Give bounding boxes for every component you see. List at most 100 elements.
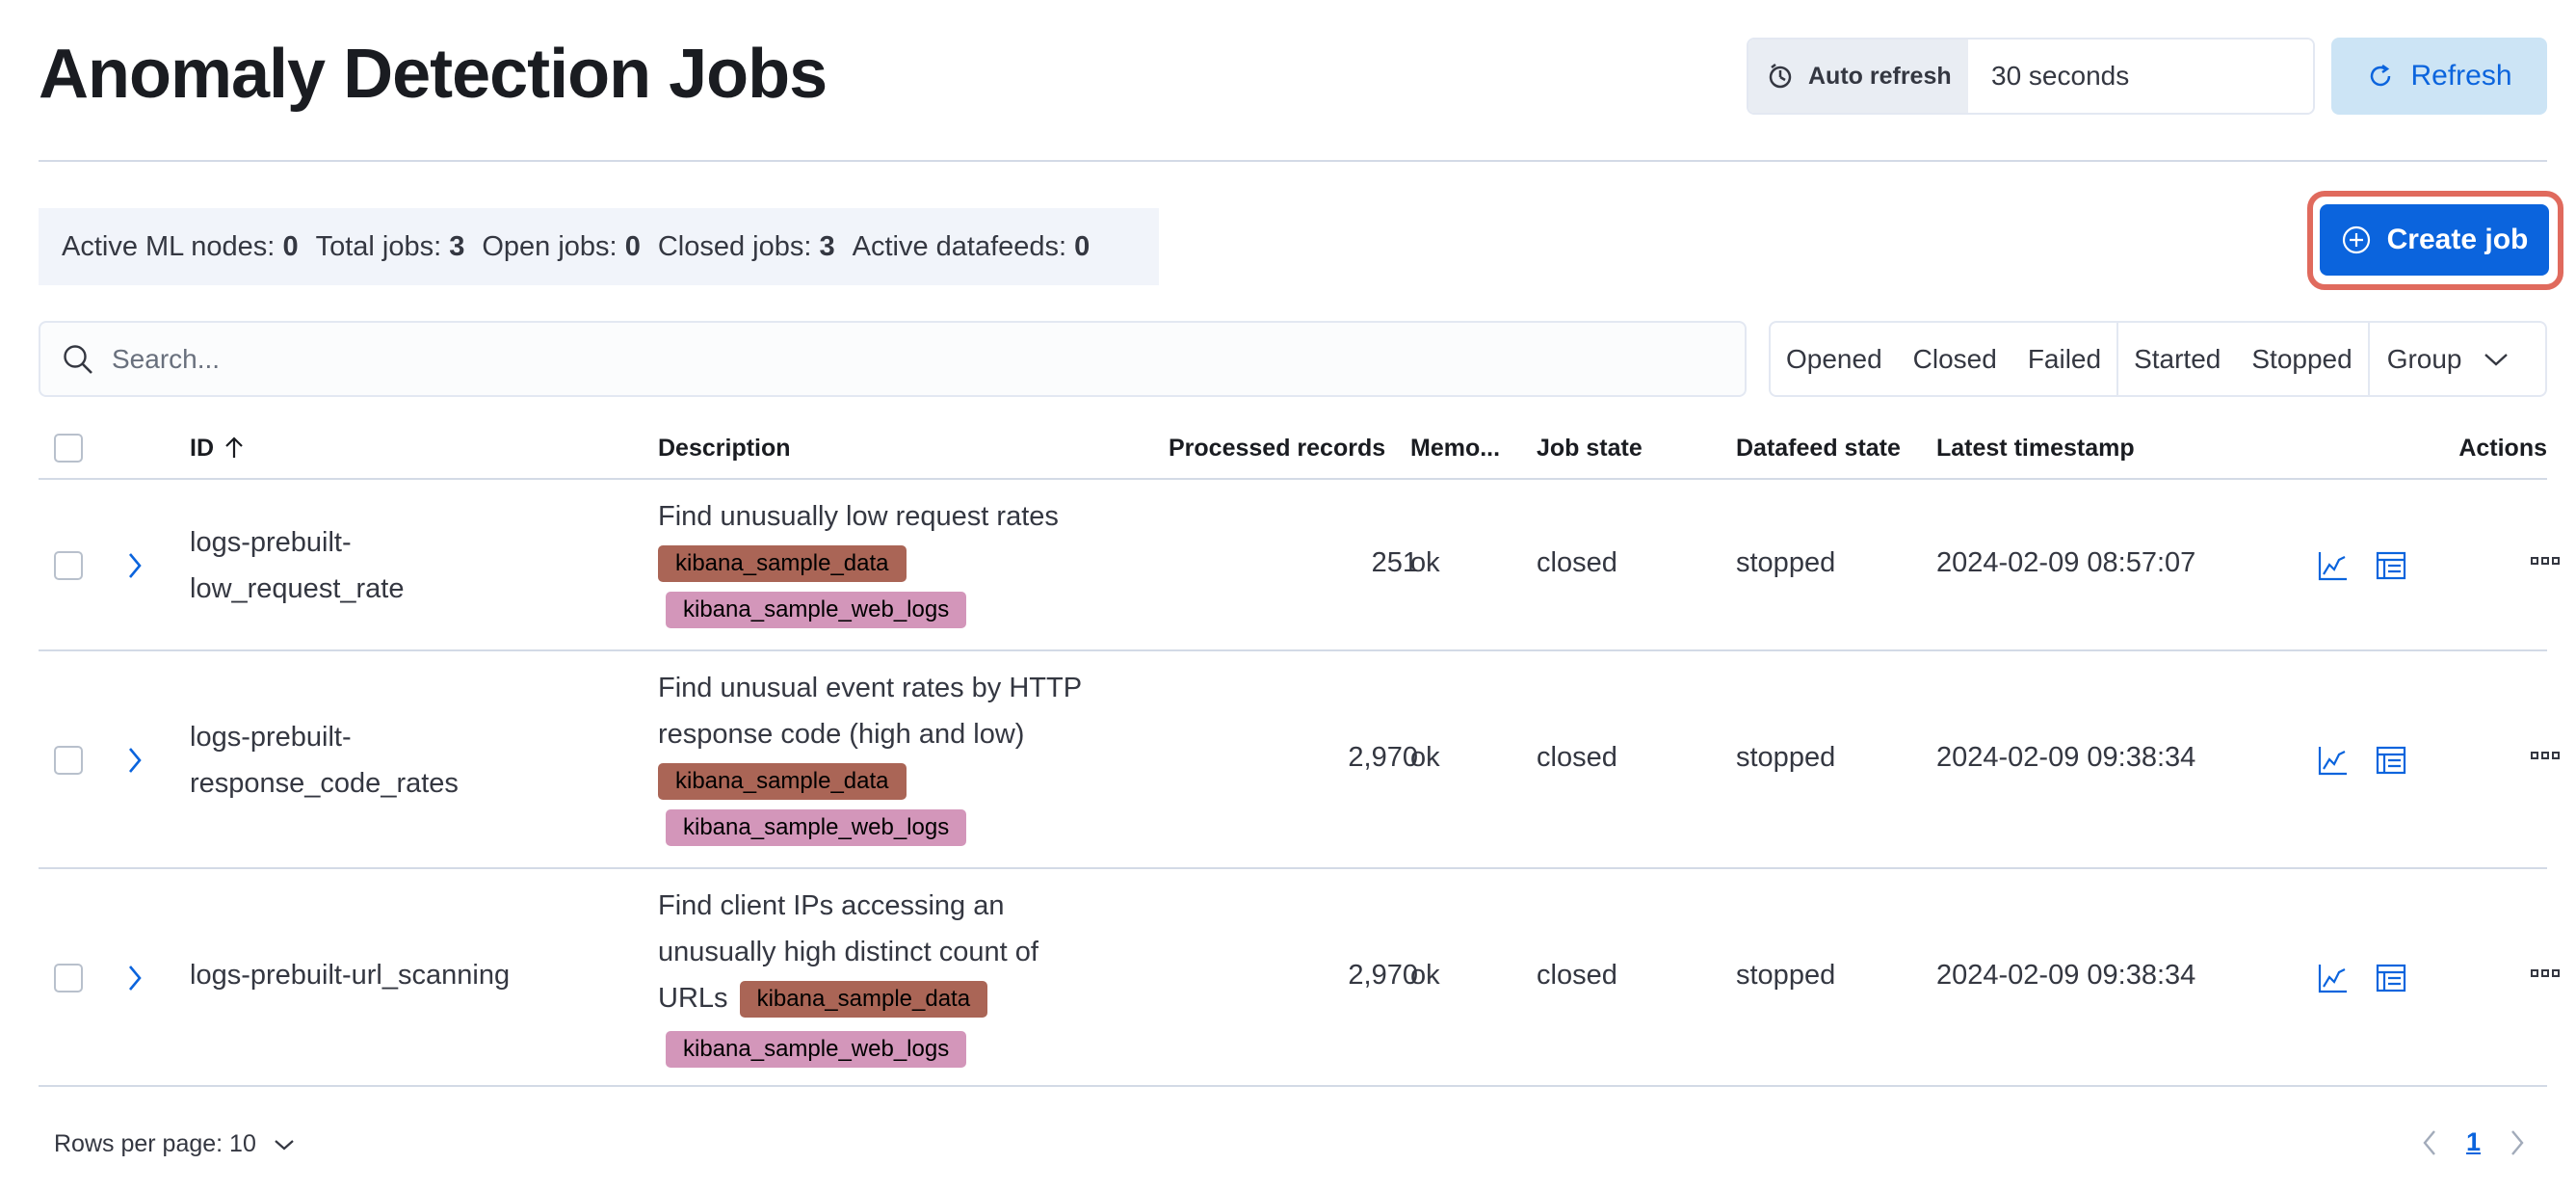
header-divider: [39, 160, 2547, 162]
chevron-down-icon: [2484, 353, 2508, 366]
table-row: logs-prebuilt- response_code_rates Find …: [39, 651, 2560, 869]
row-actions: [2317, 549, 2407, 582]
datafeed-state: stopped: [1736, 742, 1836, 773]
pagination: 1: [2422, 1127, 2525, 1157]
sort-ascending-icon: [225, 437, 243, 458]
column-header-latest-timestamp[interactable]: Latest timestamp: [1936, 416, 2135, 480]
table-row: logs-prebuilt- low_request_rate Find unu…: [39, 480, 2560, 651]
group-tag[interactable]: kibana_sample_data: [658, 545, 907, 582]
row-select-checkbox[interactable]: [54, 551, 83, 580]
plus-in-circle-icon: [2342, 225, 2370, 254]
job-filters: Opened Closed Failed Started Stopped Gro…: [1769, 321, 2547, 397]
row-select-checkbox[interactable]: [54, 746, 83, 775]
create-job-label: Create job: [2386, 224, 2529, 255]
job-state: closed: [1537, 960, 1617, 991]
expand-row-button[interactable]: [127, 552, 143, 579]
memory-status: ok: [1410, 742, 1440, 773]
search-input[interactable]: [112, 343, 1745, 375]
refresh-button[interactable]: Refresh: [2331, 38, 2547, 115]
page-title: Anomaly Detection Jobs: [39, 36, 828, 113]
job-description: Find unusual event rates by HTTP respons…: [658, 665, 1130, 846]
group-tag[interactable]: kibana_sample_data: [658, 763, 907, 800]
memory-status: ok: [1410, 960, 1440, 991]
refresh-timer-icon: [1769, 64, 1792, 89]
stat-active-datafeeds: Active datafeeds: 0: [852, 230, 1091, 262]
stat-active-ml-nodes: Active ML nodes: 0: [62, 230, 299, 262]
refresh-icon: [2371, 64, 2391, 87]
rows-per-page-selector[interactable]: Rows per page: 10: [54, 1130, 295, 1158]
row-select-checkbox[interactable]: [54, 964, 83, 992]
expand-row-button[interactable]: [127, 747, 143, 774]
job-id[interactable]: logs-prebuilt- response_code_rates: [190, 714, 459, 807]
more-actions-button[interactable]: [2530, 966, 2561, 981]
datafeed-state: stopped: [1736, 960, 1836, 991]
auto-refresh-label: Auto refresh: [1808, 62, 1952, 90]
auto-refresh-toggle[interactable]: Auto refresh: [1748, 40, 1968, 113]
filter-closed[interactable]: Closed: [1898, 344, 2012, 375]
chart-line-icon[interactable]: [2317, 549, 2350, 582]
job-state: closed: [1537, 547, 1617, 578]
job-description: Find unusually low request rates kibana_…: [658, 493, 1130, 628]
stat-closed-jobs: Closed jobs: 3: [657, 230, 835, 262]
datafeed-state: stopped: [1736, 547, 1836, 578]
filter-started[interactable]: Started: [2118, 344, 2236, 375]
auto-refresh-control[interactable]: Auto refresh 30 seconds: [1747, 38, 2315, 115]
search-bar[interactable]: [39, 321, 1747, 397]
expand-row-button[interactable]: [127, 965, 143, 992]
ellipsis-icon: [2531, 557, 2560, 565]
column-header-description: Description: [658, 434, 791, 462]
latest-timestamp: 2024-02-09 09:38:34: [1936, 742, 2196, 773]
latest-timestamp: 2024-02-09 08:57:07: [1936, 547, 2196, 578]
table-view-icon[interactable]: [2375, 549, 2407, 582]
refresh-interval-value[interactable]: 30 seconds: [1968, 40, 2313, 113]
processed-records: 2,970: [1348, 960, 1418, 991]
more-actions-button[interactable]: [2530, 553, 2561, 569]
processed-records: 2,970: [1348, 742, 1418, 773]
table-view-icon[interactable]: [2375, 744, 2407, 777]
column-header-datafeed-state[interactable]: Datafeed state: [1736, 416, 1901, 480]
more-actions-button[interactable]: [2530, 748, 2561, 763]
job-id[interactable]: logs-prebuilt-url_scanning: [190, 960, 510, 992]
filter-opened[interactable]: Opened: [1771, 344, 1898, 375]
filter-failed[interactable]: Failed: [2012, 344, 2116, 375]
datafeed-state-filters: Started Stopped: [2116, 323, 2368, 395]
group-tag[interactable]: kibana_sample_data: [739, 981, 988, 1019]
chevron-right-icon: [129, 748, 142, 773]
column-header-processed-records[interactable]: Processed records: [1169, 416, 1385, 480]
table-view-icon[interactable]: [2375, 962, 2407, 994]
group-tag[interactable]: kibana_sample_web_logs: [666, 1031, 967, 1068]
column-header-memory[interactable]: Memo...: [1410, 416, 1500, 480]
chart-line-icon[interactable]: [2317, 744, 2350, 777]
jobs-table: ID Description Processed records Memo...…: [39, 416, 2560, 1087]
table-header: ID Description Processed records Memo...…: [39, 416, 2547, 480]
job-id[interactable]: logs-prebuilt- low_request_rate: [190, 519, 404, 612]
latest-timestamp: 2024-02-09 09:38:34: [1936, 960, 2196, 991]
chevron-right-icon: [129, 966, 142, 991]
job-state-filters: Opened Closed Failed: [1771, 323, 2116, 395]
select-all-cell: [54, 416, 83, 480]
chevron-right-icon: [129, 553, 142, 578]
filter-stopped[interactable]: Stopped: [2236, 344, 2367, 375]
memory-status: ok: [1410, 547, 1440, 578]
job-stats-bar: Active ML nodes: 0 Total jobs: 3 Open jo…: [39, 208, 1159, 285]
column-header-actions: Actions: [2458, 434, 2547, 462]
previous-page-icon[interactable]: [2422, 1129, 2437, 1156]
column-header-job-state[interactable]: Job state: [1537, 416, 1643, 480]
filter-group-dropdown[interactable]: Group: [2367, 323, 2522, 395]
stat-total-jobs: Total jobs: 3: [315, 230, 465, 262]
refresh-button-label: Refresh: [2410, 60, 2512, 92]
rows-per-page-label: Rows per page: 10: [54, 1130, 256, 1157]
chart-line-icon[interactable]: [2317, 962, 2350, 994]
select-all-checkbox[interactable]: [54, 434, 83, 463]
group-tag[interactable]: kibana_sample_web_logs: [666, 809, 967, 846]
search-icon: [64, 344, 92, 374]
group-tag[interactable]: kibana_sample_web_logs: [666, 592, 967, 628]
column-header-id[interactable]: ID: [190, 416, 245, 480]
page-number-button[interactable]: 1: [2466, 1127, 2481, 1157]
row-actions: [2317, 744, 2407, 777]
stat-open-jobs: Open jobs: 0: [482, 230, 641, 262]
next-page-icon[interactable]: [2510, 1129, 2525, 1156]
row-actions: [2317, 962, 2407, 994]
create-job-button[interactable]: Create job: [2320, 204, 2549, 276]
table-row: logs-prebuilt-url_scanning Find client I…: [39, 869, 2560, 1087]
